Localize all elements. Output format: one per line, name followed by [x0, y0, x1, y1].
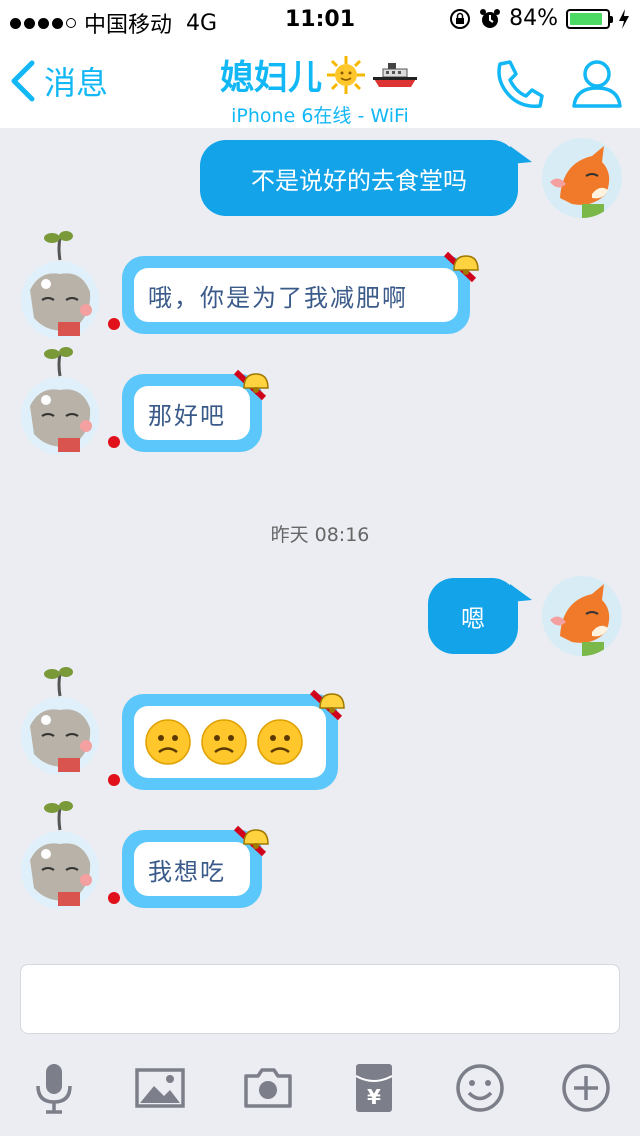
sad-emoji-icon — [257, 719, 303, 765]
red-packet-icon[interactable]: ¥ — [346, 1060, 402, 1116]
camera-icon[interactable] — [240, 1060, 296, 1116]
outgoing-message-bubble[interactable]: 不是说好的去食堂吗 — [200, 140, 518, 216]
message-text: 那好吧 — [148, 401, 226, 430]
contact-name: 媳妇儿 — [220, 58, 322, 98]
chat-header: 消息 媳妇儿 iPhone 6在线 - WiFi — [0, 40, 640, 128]
fox-avatar-icon — [542, 138, 622, 218]
outgoing-message-bubble[interactable]: 嗯 — [428, 578, 518, 654]
message-text: 我想吃 — [148, 857, 226, 886]
battery-icon — [566, 8, 613, 29]
contact-avatar[interactable] — [20, 346, 102, 458]
contact-avatar[interactable] — [20, 230, 102, 342]
bunny-avatar-icon — [21, 347, 99, 455]
fox-avatar-icon — [542, 576, 622, 656]
bunny-avatar-icon — [21, 667, 99, 775]
bubble-red-dot — [108, 436, 120, 448]
incoming-message-bubble[interactable] — [122, 694, 338, 790]
profile-icon[interactable] — [570, 58, 624, 110]
bunny-avatar-icon — [21, 231, 99, 339]
svg-text:¥: ¥ — [367, 1085, 381, 1109]
incoming-message-bubble[interactable]: 哦，你是为了我减肥啊 — [122, 256, 470, 334]
message-text: 不是说好的去食堂吗 — [251, 166, 467, 195]
bubble-red-dot — [108, 892, 120, 904]
bubble-red-dot — [108, 318, 120, 330]
bunny-avatar-icon — [21, 801, 99, 909]
my-avatar[interactable] — [542, 576, 622, 656]
bell-icon — [310, 689, 345, 721]
sun-emoji-icon — [327, 55, 365, 94]
status-bar: 中国移动 4G 11:01 84% — [0, 0, 640, 40]
image-icon[interactable] — [132, 1060, 188, 1116]
emoji-icon[interactable] — [452, 1060, 508, 1116]
battery-percent: 84% — [509, 6, 558, 31]
contact-avatar[interactable] — [20, 800, 102, 912]
bell-icon — [234, 825, 269, 857]
charging-icon — [619, 8, 629, 29]
message-timestamp: 昨天 08:16 — [270, 524, 370, 546]
rotation-lock-icon — [450, 8, 471, 29]
phone-icon[interactable] — [490, 58, 546, 110]
bubble-tail — [510, 146, 532, 164]
bubble-tail — [510, 584, 532, 602]
sad-emoji-icon — [145, 719, 191, 765]
contact-avatar[interactable] — [20, 666, 102, 778]
bell-icon — [234, 369, 269, 401]
message-input[interactable] — [20, 964, 620, 1034]
microphone-icon[interactable] — [26, 1060, 82, 1116]
ship-emoji-icon — [373, 62, 417, 87]
bubble-red-dot — [108, 774, 120, 786]
input-toolbar: ¥ — [0, 1060, 640, 1116]
alarm-icon — [480, 8, 501, 28]
plus-icon[interactable] — [558, 1060, 614, 1116]
bell-icon — [444, 251, 479, 283]
sad-emoji-icon — [201, 719, 247, 765]
my-avatar[interactable] — [542, 138, 622, 218]
message-text: 嗯 — [461, 604, 485, 633]
message-text: 哦，你是为了我减肥啊 — [148, 283, 408, 312]
